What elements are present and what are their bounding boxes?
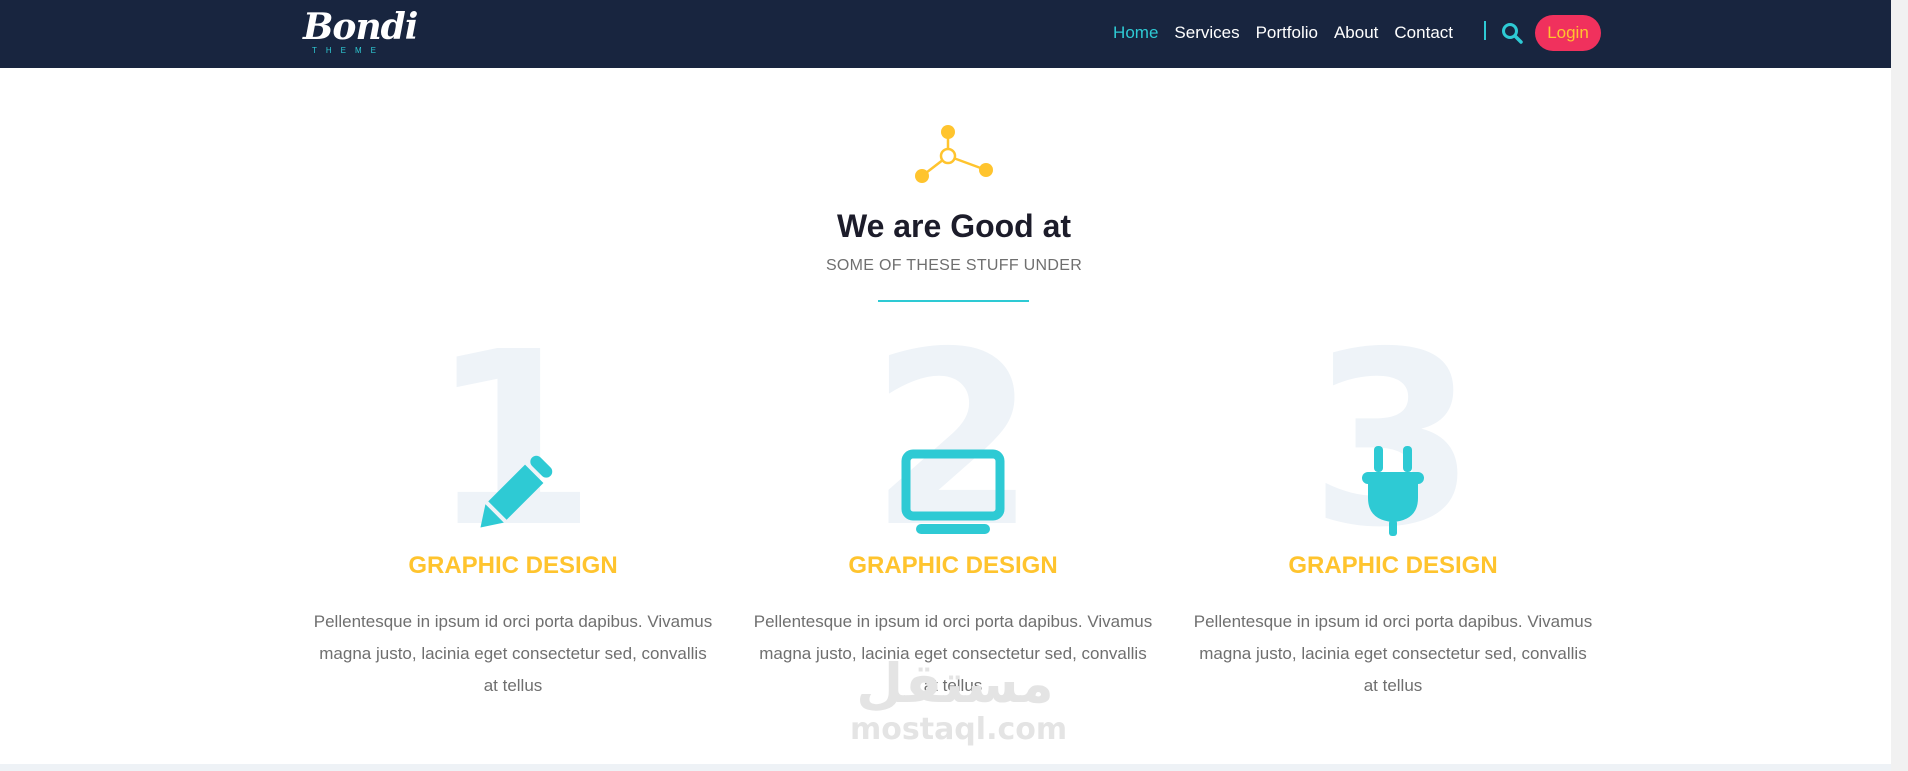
top-navbar: Bondi THEME Home Services Portfolio Abou…: [0, 0, 1908, 68]
main-menu: Home Services Portfolio About Contact: [1113, 21, 1453, 45]
page: Bondi THEME Home Services Portfolio Abou…: [0, 0, 1908, 771]
menu-item-contact[interactable]: Contact: [1394, 21, 1453, 45]
logo-script: Bondi: [303, 6, 418, 48]
feature-title: GRAPHIC DESIGN: [848, 552, 1058, 579]
scrollbar[interactable]: [1891, 0, 1908, 771]
watermark: مستقل mostaql.com: [850, 652, 1068, 755]
next-section-edge: [0, 764, 1891, 771]
menu-item-about[interactable]: About: [1334, 21, 1378, 45]
main-content: Bondi THEME Home Services Portfolio Abou…: [0, 0, 1908, 764]
feature-text: Pellentesque in ipsum id orci porta dapi…: [1193, 612, 1593, 695]
menu-item-services[interactable]: Services: [1174, 21, 1239, 45]
monitor-icon: [901, 449, 1005, 534]
logo-subtitle: THEME: [312, 46, 385, 55]
logo[interactable]: Bondi THEME: [303, 6, 418, 60]
login-button[interactable]: Login: [1535, 15, 1601, 51]
feature-card: 3 GRAPHIC DESIGN Pellentesque in ipsum i…: [1173, 320, 1613, 710]
feature-title: GRAPHIC DESIGN: [408, 552, 618, 579]
watermark-arabic: مستقل: [856, 652, 1054, 715]
search-icon[interactable]: [1501, 22, 1523, 44]
feature-text: Pellentesque in ipsum id orci porta dapi…: [313, 612, 713, 695]
menu-item-home[interactable]: Home: [1113, 21, 1158, 45]
plug-icon: [1362, 446, 1424, 536]
menu-item-portfolio[interactable]: Portfolio: [1256, 21, 1318, 45]
pencil-icon: [480, 455, 553, 528]
nav-separator: [1484, 21, 1486, 40]
section-title: We are Good at: [836, 208, 1072, 244]
watermark-latin: mostaql.com: [850, 712, 1068, 747]
feature-card: 1 GRAPHIC DESIGN Pellentesque in ipsum i…: [293, 320, 733, 710]
section-subtitle: SOME OF THESE STUFF UNDER: [825, 257, 1083, 274]
network-nodes-icon: [915, 125, 993, 183]
feature-title: GRAPHIC DESIGN: [1288, 552, 1498, 579]
